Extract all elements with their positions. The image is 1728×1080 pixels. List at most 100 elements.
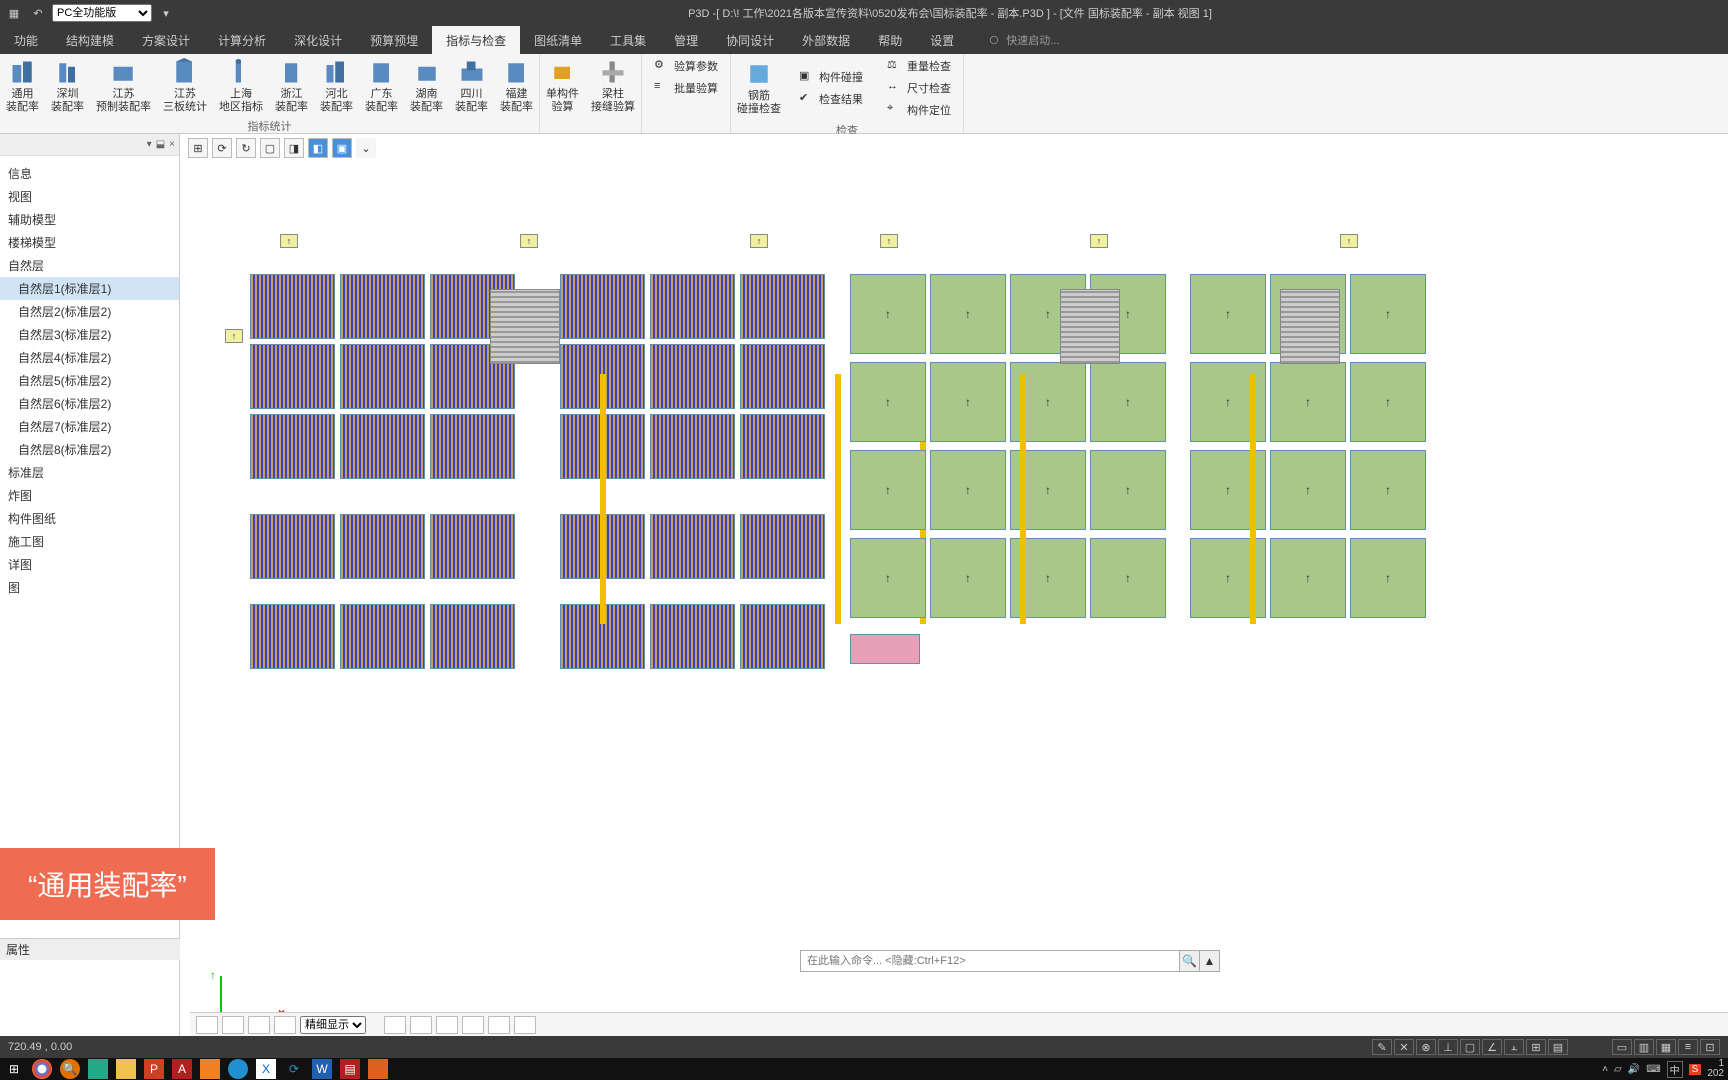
floor-slab[interactable]: ↑	[1350, 274, 1426, 354]
floor-slab[interactable]: ↑	[1350, 450, 1426, 530]
qat-dropdown-icon[interactable]: ▾	[156, 3, 176, 23]
view-tool-3[interactable]: ↻	[236, 138, 256, 158]
floor-slab[interactable]	[740, 414, 825, 479]
floor-slab[interactable]: ↑	[1090, 450, 1166, 530]
tray-sogou-icon[interactable]: S	[1689, 1064, 1702, 1075]
btn-sichuan-rate[interactable]: 四川装配率	[449, 54, 494, 118]
floor-slab[interactable]	[340, 604, 425, 669]
floor-slab[interactable]	[650, 604, 735, 669]
btn-guangdong-rate[interactable]: 广东装配率	[359, 54, 404, 118]
edition-dropdown[interactable]: PC全功能版	[52, 4, 152, 22]
floor-slab[interactable]	[740, 604, 825, 669]
floor-slab[interactable]	[740, 514, 825, 579]
tab-drawing-list[interactable]: 图纸清单	[520, 26, 596, 54]
tree-item-3[interactable]: 楼梯模型	[0, 231, 179, 254]
floor-slab[interactable]	[650, 514, 735, 579]
lt-btn-2[interactable]	[222, 1016, 244, 1034]
view-tool-1[interactable]: ⊞	[188, 138, 208, 158]
floor-slab[interactable]: ↑	[930, 538, 1006, 618]
slab-marker[interactable]: ↑	[280, 234, 298, 248]
tray-ime[interactable]: 中	[1667, 1061, 1683, 1078]
tray-network-icon[interactable]: ▱	[1614, 1064, 1622, 1075]
tree-item-8[interactable]: 自然层4(标准层2)	[0, 346, 179, 369]
sb-view-5[interactable]: ⊡	[1700, 1039, 1720, 1055]
sb-view-4[interactable]: ≡	[1678, 1039, 1698, 1055]
tab-tools[interactable]: 工具集	[596, 26, 660, 54]
tray-volume-icon[interactable]: 🔊	[1628, 1064, 1640, 1075]
tray-keyboard-icon[interactable]: ⌨	[1646, 1064, 1660, 1075]
btn-zhejiang-rate[interactable]: 浙江装配率	[269, 54, 314, 118]
sb-snap-4[interactable]: ⊥	[1438, 1039, 1458, 1055]
tree-item-15[interactable]: 构件图纸	[0, 507, 179, 530]
floor-slab[interactable]	[740, 344, 825, 409]
floor-slab[interactable]: ↑	[1270, 450, 1346, 530]
view-tool-7[interactable]: ▣	[332, 138, 352, 158]
tab-help[interactable]: 帮助	[864, 26, 916, 54]
btn-member-locate[interactable]: ⌖构件定位	[879, 100, 959, 120]
btn-jiangsu-prefab-rate[interactable]: 江苏预制装配率	[90, 54, 157, 118]
stair[interactable]	[1280, 289, 1340, 364]
sb-view-1[interactable]: ▭	[1612, 1039, 1632, 1055]
wall-segment[interactable]	[835, 374, 841, 624]
slab-marker[interactable]: ↑	[225, 329, 243, 343]
btn-beam-column-joint-check[interactable]: 梁柱接缝验算	[585, 54, 641, 118]
app-icon-4[interactable]: X	[256, 1059, 276, 1079]
btn-fujian-rate[interactable]: 福建装配率	[494, 54, 539, 118]
floor-slab[interactable]: ↑	[1350, 362, 1426, 442]
btn-jiangsu-threepanel[interactable]: 江苏三板统计	[157, 54, 213, 118]
floor-slab[interactable]: ↑	[1190, 274, 1266, 354]
floor-slab[interactable]	[250, 604, 335, 669]
tree-item-13[interactable]: 标准层	[0, 461, 179, 484]
tab-collab[interactable]: 协同设计	[712, 26, 788, 54]
btn-check-result[interactable]: ✔检查结果	[791, 89, 871, 109]
lt-btn-6[interactable]	[410, 1016, 432, 1034]
lt-btn-4[interactable]	[274, 1016, 296, 1034]
tab-index-check[interactable]: 指标与检查	[432, 26, 520, 54]
btn-batch-calc[interactable]: ≡批量验算	[646, 78, 726, 98]
tab-scheme-design[interactable]: 方案设计	[128, 26, 204, 54]
slab-marker[interactable]: ↑	[1090, 234, 1108, 248]
tab-calc-analysis[interactable]: 计算分析	[204, 26, 280, 54]
floor-slab[interactable]: ↑	[1270, 362, 1346, 442]
chrome-icon[interactable]	[32, 1059, 52, 1079]
floor-slab[interactable]	[340, 514, 425, 579]
floor-slab[interactable]: ↑	[850, 274, 926, 354]
floor-slab[interactable]	[340, 344, 425, 409]
search-icon[interactable]: 🔍	[60, 1059, 80, 1079]
btn-member-collision[interactable]: ▣构件碰撞	[791, 67, 871, 87]
command-search-icon[interactable]: 🔍	[1180, 950, 1200, 972]
floor-slab[interactable]	[250, 414, 335, 479]
sb-snap-5[interactable]: ▢	[1460, 1039, 1480, 1055]
btn-general-rate[interactable]: 通用装配率	[0, 54, 45, 118]
floor-slab[interactable]: ↑	[930, 450, 1006, 530]
app-icon-6[interactable]	[368, 1059, 388, 1079]
ppt-icon[interactable]: P	[144, 1059, 164, 1079]
floor-slab[interactable]: ↑	[1270, 538, 1346, 618]
floor-slab[interactable]	[430, 414, 515, 479]
command-input[interactable]	[800, 950, 1180, 972]
pdf-icon[interactable]: ▤	[340, 1059, 360, 1079]
tree-item-2[interactable]: 辅助模型	[0, 208, 179, 231]
btn-weight-check[interactable]: ⚖重量检查	[879, 56, 959, 76]
floor-slab[interactable]	[250, 274, 335, 339]
drawing-canvas[interactable]: ⊞ ⟳ ↻ ▢ ◨ ◧ ▣ ⌄ ↑↑↑↑↑↑↑↑↑↑↑↑↑↑↑↑↑↑↑↑↑↑↑↑…	[180, 134, 1728, 1036]
btn-single-member-check[interactable]: 单构件验算	[540, 54, 585, 118]
tree-item-7[interactable]: 自然层3(标准层2)	[0, 323, 179, 346]
btn-size-check[interactable]: ↔尺寸检查	[879, 78, 959, 98]
floor-slab[interactable]	[340, 274, 425, 339]
sb-snap-7[interactable]: ⫠	[1504, 1039, 1524, 1055]
view-tool-more[interactable]: ⌄	[356, 138, 376, 158]
btn-shanghai-index[interactable]: 上海地区指标	[213, 54, 269, 118]
tab-manage[interactable]: 管理	[660, 26, 712, 54]
floor-slab[interactable]	[340, 414, 425, 479]
word-icon[interactable]: W	[312, 1059, 332, 1079]
slab-marker[interactable]: ↑	[520, 234, 538, 248]
floor-slab[interactable]: ↑	[1090, 362, 1166, 442]
tree-item-16[interactable]: 施工图	[0, 530, 179, 553]
floor-slab[interactable]	[650, 274, 735, 339]
view-tool-6[interactable]: ◧	[308, 138, 328, 158]
floor-slab[interactable]: ↑	[1090, 538, 1166, 618]
tree-item-10[interactable]: 自然层6(标准层2)	[0, 392, 179, 415]
app-icon-3[interactable]	[228, 1059, 248, 1079]
quick-launch[interactable]: 快速启动...	[988, 26, 1059, 54]
